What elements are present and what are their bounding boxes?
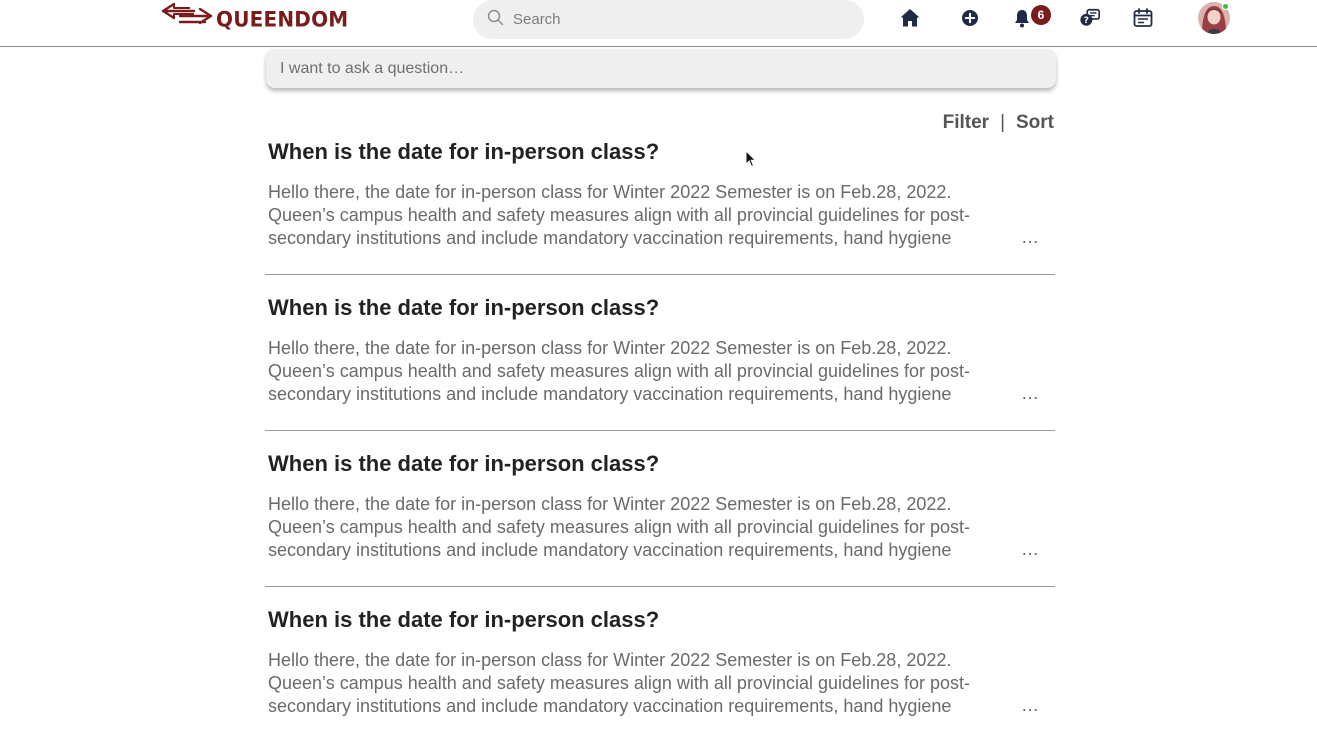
post-title[interactable]: When is the date for in-person class?	[268, 295, 659, 321]
post-title[interactable]: When is the date for in-person class?	[268, 451, 659, 477]
add-circle-icon	[959, 7, 981, 34]
home-logo-link[interactable]: QUEENDOM	[160, 2, 348, 36]
ask-question-bar[interactable]	[266, 49, 1056, 88]
arrows-logo-icon	[160, 0, 214, 39]
svg-text:?: ?	[1084, 15, 1089, 26]
search-icon	[487, 9, 504, 31]
questions-chat-button[interactable]: ?	[1077, 7, 1103, 33]
post-excerpt: Hello there, the date for in-person clas…	[268, 493, 1048, 562]
post-excerpt: Hello there, the date for in-person clas…	[268, 649, 1048, 718]
read-more-ellipsis[interactable]: …	[1021, 695, 1039, 716]
post-divider	[265, 430, 1055, 431]
post-excerpt-line: secondary institutions and include manda…	[268, 228, 952, 248]
post-excerpt: Hello there, the date for in-person clas…	[268, 337, 1048, 406]
post-excerpt-line: Queen’s campus health and safety measure…	[268, 673, 971, 693]
online-status-indicator	[1222, 3, 1229, 10]
post-excerpt-line: Queen’s campus health and safety measure…	[268, 517, 971, 537]
search-input[interactable]	[513, 11, 833, 28]
top-navigation-bar: QUEENDOM 6 ?	[0, 0, 1317, 47]
read-more-ellipsis[interactable]: …	[1021, 383, 1039, 404]
post-excerpt-line: Queen’s campus health and safety measure…	[268, 205, 971, 225]
home-icon	[899, 7, 921, 34]
post-title[interactable]: When is the date for in-person class?	[268, 139, 659, 165]
chat-question-icon: ?	[1079, 7, 1101, 34]
mouse-cursor-icon	[745, 150, 757, 168]
filter-sort-controls: Filter | Sort	[943, 112, 1054, 134]
post-excerpt-line: Hello there, the date for in-person clas…	[268, 338, 952, 358]
post-excerpt-line: secondary institutions and include manda…	[268, 696, 952, 716]
post-excerpt-line: secondary institutions and include manda…	[268, 540, 952, 560]
post-excerpt-line: Queen’s campus health and safety measure…	[268, 361, 971, 381]
calendar-button[interactable]	[1130, 7, 1156, 33]
controls-separator: |	[1000, 112, 1005, 133]
post-excerpt: Hello there, the date for in-person clas…	[268, 181, 1048, 250]
sort-button[interactable]: Sort	[1016, 112, 1054, 134]
read-more-ellipsis[interactable]: …	[1021, 539, 1039, 560]
ask-question-input[interactable]	[280, 59, 1020, 78]
post-divider	[265, 274, 1055, 275]
calendar-icon	[1132, 7, 1154, 34]
post-title[interactable]: When is the date for in-person class?	[268, 607, 659, 633]
post-excerpt-line: Hello there, the date for in-person clas…	[268, 650, 952, 670]
home-button[interactable]	[897, 7, 923, 33]
add-post-button[interactable]	[957, 7, 983, 33]
post-excerpt-line: secondary institutions and include manda…	[268, 384, 952, 404]
post-excerpt-line: Hello there, the date for in-person clas…	[268, 494, 952, 514]
bell-icon	[1011, 7, 1033, 34]
read-more-ellipsis[interactable]: …	[1021, 227, 1039, 248]
filter-button[interactable]: Filter	[943, 112, 989, 134]
logo-text: QUEENDOM	[216, 6, 349, 32]
post-divider	[265, 586, 1055, 587]
notification-count-badge: 6	[1031, 5, 1051, 25]
post-excerpt-line: Hello there, the date for in-person clas…	[268, 182, 952, 202]
search-bar[interactable]	[473, 0, 864, 39]
